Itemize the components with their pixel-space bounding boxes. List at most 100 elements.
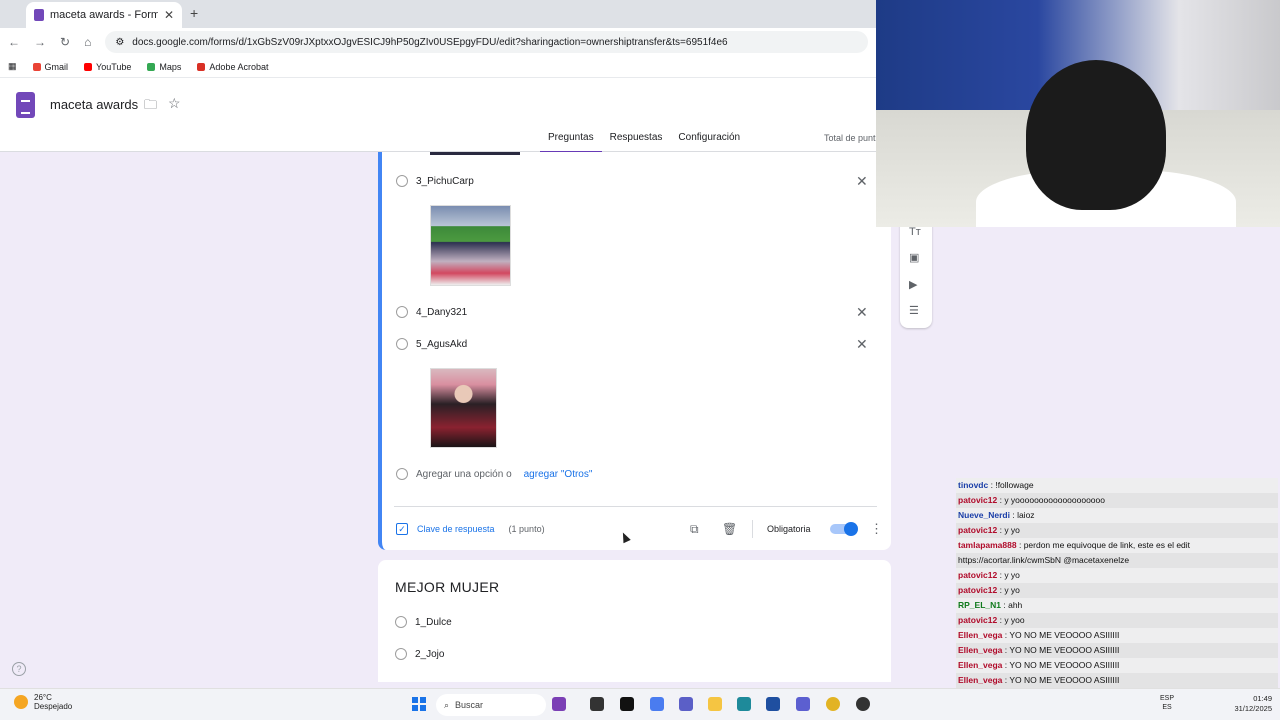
chat-username[interactable]: Ellen_vega — [958, 645, 1002, 655]
store-app-icon[interactable] — [766, 697, 780, 711]
copilot-app-icon[interactable] — [650, 697, 664, 711]
radio-button[interactable] — [396, 175, 408, 187]
chat-username[interactable]: Ellen_vega — [958, 660, 1002, 670]
radio-button — [396, 468, 408, 480]
chat-username[interactable]: tinovdc — [958, 480, 988, 490]
discord-app-icon[interactable] — [796, 697, 810, 711]
chat-username[interactable]: patovic12 — [958, 525, 997, 535]
chat-message: Nueve_Nerdi : laioz — [956, 508, 1278, 523]
tab-respuestas[interactable]: Respuestas — [602, 132, 671, 154]
chat-text: laioz — [1017, 510, 1035, 520]
option-row[interactable]: 3_PichuCarp — [396, 175, 474, 187]
add-title-icon[interactable]: Tт — [909, 226, 921, 238]
chat-message: patovic12 : y yo — [956, 523, 1278, 538]
question-card[interactable]: MEJOR MUJER 1_Dulce 2_Jojo — [378, 560, 891, 682]
bookmark-maps[interactable]: Maps — [147, 62, 181, 72]
address-bar[interactable]: ⚙ docs.google.com/forms/d/1xGbSzV09rJXpt… — [105, 31, 868, 53]
chat-username[interactable]: tamlapama888 — [958, 540, 1017, 550]
question-title[interactable]: MEJOR MUJER — [395, 579, 499, 595]
tab-preguntas[interactable]: Preguntas — [540, 132, 602, 154]
bookmark-adobe[interactable]: Adobe Acrobat — [197, 62, 268, 72]
chat-username[interactable]: Nueve_Nerdi — [958, 510, 1010, 520]
chrome-browser-icon[interactable] — [826, 697, 840, 711]
add-option-link[interactable]: Agregar una opción o — [416, 469, 512, 480]
remove-option-icon[interactable]: ✕ — [856, 336, 868, 353]
apps-grid-icon[interactable]: ▦ — [8, 61, 17, 72]
duplicate-icon[interactable]: ⧉ — [690, 522, 699, 537]
chat-text: !followage — [995, 480, 1034, 490]
radio-button[interactable] — [395, 648, 407, 660]
search-placeholder: Buscar — [455, 700, 484, 710]
option-row[interactable]: 5_AgusAkd — [396, 338, 467, 350]
help-icon[interactable]: ? — [12, 662, 26, 676]
remove-option-icon[interactable]: ✕ — [856, 173, 868, 190]
close-icon[interactable]: ✕ — [164, 8, 174, 22]
question-card[interactable]: 3_PichuCarp ✕ 4_Dany321 ✕ 5_AgusAkd ✕ Ag… — [378, 152, 891, 550]
forward-icon[interactable]: → — [34, 35, 46, 49]
folder-icon[interactable]: 🗀 — [144, 96, 157, 118]
tab-configuracion[interactable]: Configuración — [670, 132, 748, 154]
chat-message: tamlapama888 : perdon me equivoque de li… — [956, 538, 1278, 553]
option-label[interactable]: 3_PichuCarp — [416, 176, 474, 187]
chat-username[interactable]: patovic12 — [958, 615, 997, 625]
answer-key-check-icon[interactable]: ✓ — [396, 523, 408, 535]
chat-username[interactable]: patovic12 — [958, 570, 997, 580]
home-icon[interactable]: ⌂ — [84, 35, 91, 49]
add-option-row[interactable]: Agregar una opción o agregar "Otros" — [396, 468, 592, 480]
site-info-icon[interactable]: ⚙ — [115, 37, 124, 48]
new-tab-icon[interactable]: + — [190, 5, 198, 21]
file-app-icon[interactable] — [590, 697, 604, 711]
add-image-icon[interactable]: ▣ — [909, 251, 919, 264]
taskbar-search[interactable]: ⌕ Buscar — [436, 694, 546, 716]
weather-widget[interactable]: 26°C Despejado — [14, 693, 72, 711]
search-icon: ⌕ — [444, 699, 450, 710]
star-icon[interactable]: ☆ — [168, 95, 181, 112]
option-row[interactable]: 1_Dulce — [395, 616, 452, 628]
option-image[interactable] — [430, 205, 511, 286]
radio-button[interactable] — [395, 616, 407, 628]
option-label[interactable]: 1_Dulce — [415, 617, 452, 628]
option-label[interactable]: 5_AgusAkd — [416, 339, 467, 350]
tab-title: maceta awards - Formularios d — [50, 9, 158, 21]
windows-start-icon[interactable] — [412, 697, 426, 711]
widgets-app-icon[interactable] — [552, 697, 566, 711]
teams-app-icon[interactable] — [679, 697, 693, 711]
add-other-link[interactable]: agregar "Otros" — [524, 469, 593, 480]
chat-text: y yo — [1004, 525, 1020, 535]
more-vert-icon[interactable]: ⋮ — [870, 521, 883, 537]
required-toggle[interactable] — [830, 522, 858, 536]
back-icon[interactable]: ← — [8, 35, 20, 49]
chat-username[interactable]: Ellen_vega — [958, 630, 1002, 640]
chat-username[interactable]: patovic12 — [958, 495, 997, 505]
reload-icon[interactable]: ↻ — [60, 35, 70, 49]
edge-browser-icon[interactable] — [737, 697, 751, 711]
system-clock[interactable]: 01:49 31/12/2025 — [1222, 694, 1272, 714]
option-label[interactable]: 4_Dany321 — [416, 307, 467, 318]
option-label[interactable]: 2_Jojo — [415, 649, 444, 660]
clock-time: 01:49 — [1253, 694, 1272, 703]
trash-icon[interactable]: 🗑 — [722, 522, 737, 536]
browser-tab[interactable]: maceta awards - Formularios d ✕ — [26, 2, 182, 28]
radio-button[interactable] — [396, 306, 408, 318]
chat-username[interactable]: patovic12 — [958, 585, 997, 595]
answer-key-link[interactable]: Clave de respuesta — [417, 524, 495, 534]
bookmark-youtube[interactable]: YouTube — [84, 62, 131, 72]
document-title[interactable]: maceta awards — [50, 97, 138, 112]
chat-username[interactable]: RP_EL_N1 — [958, 600, 1001, 610]
chat-username[interactable]: Ellen_vega — [958, 675, 1002, 685]
obs-app-icon[interactable] — [856, 697, 870, 711]
chat-message: patovic12 : y yo — [956, 568, 1278, 583]
capcut-app-icon[interactable] — [620, 697, 634, 711]
radio-button[interactable] — [396, 338, 408, 350]
add-section-icon[interactable]: ☰ — [909, 304, 919, 317]
option-row[interactable]: 4_Dany321 — [396, 306, 467, 318]
option-image[interactable] — [430, 368, 497, 448]
add-video-icon[interactable]: ▶ — [909, 278, 917, 291]
google-forms-logo-icon[interactable] — [16, 92, 35, 118]
remove-option-icon[interactable]: ✕ — [856, 304, 868, 321]
option-row[interactable]: 2_Jojo — [395, 648, 444, 660]
file-explorer-icon[interactable] — [708, 697, 722, 711]
language-indicator[interactable]: ESP ES — [1160, 694, 1174, 712]
bookmark-gmail[interactable]: Gmail — [32, 62, 68, 72]
chat-message: patovic12 : y yoo — [956, 613, 1278, 628]
